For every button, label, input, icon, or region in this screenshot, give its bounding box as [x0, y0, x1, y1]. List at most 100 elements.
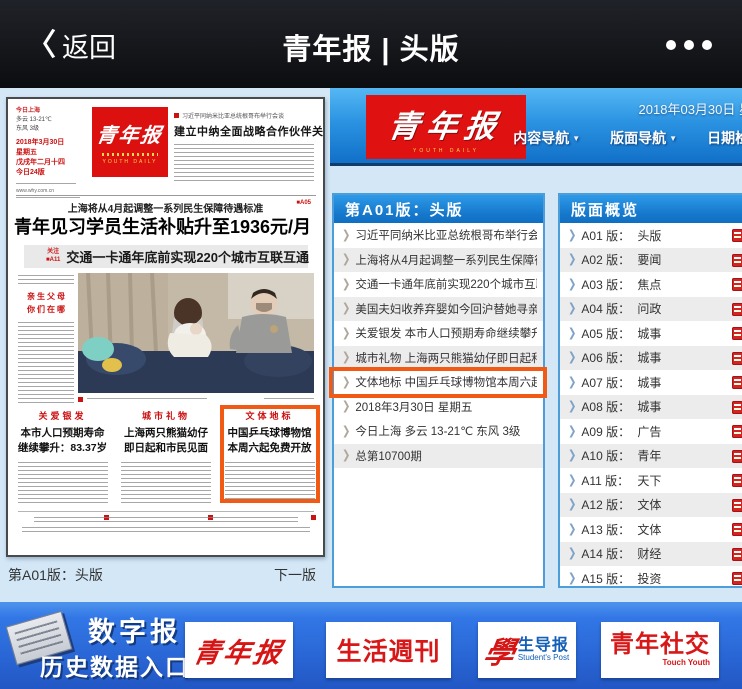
- logo-students-post[interactable]: 學 生导报 Student's Post: [478, 622, 576, 678]
- chevron-right-icon: [342, 449, 350, 462]
- newspaper-masthead-logo: 青年报 YOUTH DAILY: [92, 107, 168, 177]
- chevron-right-icon: [568, 376, 576, 389]
- nav-pages[interactable]: 版面导航 ▼: [610, 128, 677, 148]
- page-row[interactable]: A11 版：天下: [560, 468, 742, 493]
- dot-icon: [666, 40, 676, 50]
- masthead-info: 今日上海 多云 13-21℃ 东风 3级 2018年3月30日 星期五 戊戌年二…: [16, 107, 86, 201]
- paper-banner-headline: 关注 ■A11 交通一卡通年底前实现220个城市互联互通: [24, 245, 308, 268]
- article-row[interactable]: 今日上海 多云 13-21℃ 东风 3级: [334, 419, 543, 444]
- chevron-right-icon: [568, 400, 576, 413]
- page-row[interactable]: A14 版：财经: [560, 542, 742, 567]
- current-page-label: 第A01版：头版: [8, 567, 103, 583]
- article-list-panel: 第A01版：头版 习近平同纳米比亚总统根哥布举行会谈建... 上海将从4月起调整…: [332, 193, 545, 588]
- article-row-highlighted[interactable]: 文体地标 中国乒乓球博物馆本周六起免...: [334, 370, 543, 395]
- page-row[interactable]: A09 版：广告: [560, 419, 742, 444]
- family-photo: [78, 273, 314, 393]
- page-row[interactable]: A05 版：城事: [560, 321, 742, 346]
- paper-main-headline: 青年见习学员生活补贴升至1936元/月: [14, 213, 319, 239]
- logo-touch-youth[interactable]: 青年社交 Touch Youth: [601, 622, 719, 678]
- pdf-icon[interactable]: [732, 499, 742, 512]
- chevron-right-icon: [342, 302, 350, 315]
- pdf-icon[interactable]: [732, 376, 742, 389]
- chevron-right-icon: [568, 302, 576, 315]
- chevron-down-icon: ▼: [572, 134, 580, 143]
- article-row[interactable]: 城市礼物 上海两只熊猫幼仔即日起和市...: [334, 346, 543, 371]
- article-row[interactable]: 关爱银发 本市人口预期寿命继续攀升：8...: [334, 321, 543, 346]
- page-row[interactable]: A08 版：城事: [560, 395, 742, 420]
- more-menu-button[interactable]: [666, 40, 712, 50]
- article-row[interactable]: 习近平同纳米比亚总统根哥布举行会谈建...: [334, 223, 543, 248]
- chevron-right-icon: [568, 498, 576, 511]
- site-date: 2018年03月30日 星: [639, 99, 742, 118]
- article-row[interactable]: 美国夫妇收养弃婴如今回沪替她寻亲 生...: [334, 297, 543, 322]
- article-row[interactable]: 上海将从4月起调整一系列民生保障待遇...: [334, 248, 543, 273]
- digital-paper-label[interactable]: 数字报: [88, 610, 181, 649]
- pdf-icon[interactable]: [732, 327, 742, 340]
- chevron-down-icon: ▼: [669, 134, 677, 143]
- chevron-right-icon: [568, 327, 576, 340]
- divider: [18, 511, 314, 512]
- page-overview-panel: 版面概览 A01 版：头版 A02 版：要闻 A03 版：焦点 A04 版：问政…: [558, 193, 742, 588]
- pdf-icon[interactable]: [732, 548, 742, 561]
- page-row[interactable]: A15 版：投资: [560, 566, 742, 591]
- chevron-right-icon: [568, 229, 576, 242]
- page-row[interactable]: A04 版：问政: [560, 297, 742, 322]
- pdf-icon[interactable]: [732, 401, 742, 414]
- red-marker-icon: [174, 113, 179, 118]
- page-overview-header: 版面概览: [560, 195, 742, 223]
- article-row[interactable]: 交通一卡通年底前实现220个城市互联互通: [334, 272, 543, 297]
- body-text-lines: [174, 144, 314, 184]
- page-row[interactable]: A02 版：要闻: [560, 248, 742, 273]
- page-row[interactable]: A10 版：青年: [560, 444, 742, 469]
- chevron-right-icon: [568, 351, 576, 364]
- pdf-icon[interactable]: [732, 474, 742, 487]
- nav-content[interactable]: 内容导航 ▼: [513, 128, 580, 148]
- bottom-columns: 关爱银发 本市人口预期寿命继续攀升：83.37岁 城市礼物 上海两只熊猫幼仔即日…: [16, 409, 316, 525]
- column-pingpong-museum: 文体地标 中国乒乓球博物馆本周六起免费开放: [223, 409, 316, 525]
- micro-text-lines: [22, 527, 310, 533]
- chevron-right-icon: [568, 572, 576, 585]
- page-title: 青年报 | 头版: [0, 26, 742, 68]
- pdf-icon[interactable]: [732, 523, 742, 536]
- page-row[interactable]: A06 版：城事: [560, 346, 742, 371]
- pdf-icon[interactable]: [732, 425, 742, 438]
- site-header: 青年报 YOUTH DAILY 2018年03月30日 星 内容导航 ▼ 版面导…: [330, 88, 742, 166]
- red-marker-icon: [78, 397, 83, 402]
- pdf-icon[interactable]: [732, 352, 742, 365]
- page-row[interactable]: A12 版：文体: [560, 493, 742, 518]
- article-row[interactable]: 总第10700期: [334, 444, 543, 469]
- masthead-article: 习近平同纳米比亚总统根哥布举行会谈 建立中纳全面战略合作伙伴关系: [174, 111, 316, 184]
- pdf-icon[interactable]: [732, 254, 742, 267]
- pdf-icon[interactable]: [732, 278, 742, 291]
- footer-banner: 数字报 历史数据入口 青年报 生活週刊 學 生导报 Student's Post…: [0, 602, 742, 689]
- paper-caption-row: 第A01版：头版 下一版: [8, 565, 325, 585]
- site-logo-text: 青年报: [386, 101, 506, 146]
- app-top-bar: 〈 返回 青年报 | 头版: [0, 0, 742, 88]
- pdf-icon[interactable]: [732, 303, 742, 316]
- chevron-right-icon: [342, 327, 350, 340]
- article-row[interactable]: 2018年3月30日 星期五: [334, 395, 543, 420]
- history-data-entry-label[interactable]: 历史数据入口: [40, 648, 190, 682]
- chevron-right-icon: [568, 474, 576, 487]
- micro-text-lines: [34, 517, 298, 523]
- pdf-icon[interactable]: [732, 572, 742, 585]
- chevron-right-icon: [568, 425, 576, 438]
- pdf-icon[interactable]: [732, 229, 742, 242]
- page-row[interactable]: A03 版：焦点: [560, 272, 742, 297]
- newspaper-page-preview[interactable]: 今日上海 多云 13-21℃ 东风 3级 2018年3月30日 星期五 戊戌年二…: [6, 97, 325, 557]
- divider: [16, 195, 316, 196]
- logo-youth-daily[interactable]: 青年报: [185, 622, 293, 678]
- logo-life-weekly[interactable]: 生活週刊: [326, 622, 451, 678]
- photo-caption: [78, 397, 314, 402]
- site-logo[interactable]: 青年报 YOUTH DAILY: [366, 95, 526, 159]
- column-panda: 城市礼物 上海两只熊猫幼仔即日起和市民见面: [120, 409, 213, 525]
- pdf-icon[interactable]: [732, 450, 742, 463]
- page-row[interactable]: A13 版：文体: [560, 517, 742, 542]
- chevron-right-icon: [568, 523, 576, 536]
- page-row[interactable]: A07 版：城事: [560, 370, 742, 395]
- chevron-right-icon: [342, 229, 350, 242]
- next-page-button[interactable]: 下一版: [274, 565, 316, 585]
- nav-date[interactable]: 日期检 ▼: [707, 128, 742, 148]
- chevron-right-icon: [342, 278, 350, 291]
- page-row[interactable]: A01 版：头版: [560, 223, 742, 248]
